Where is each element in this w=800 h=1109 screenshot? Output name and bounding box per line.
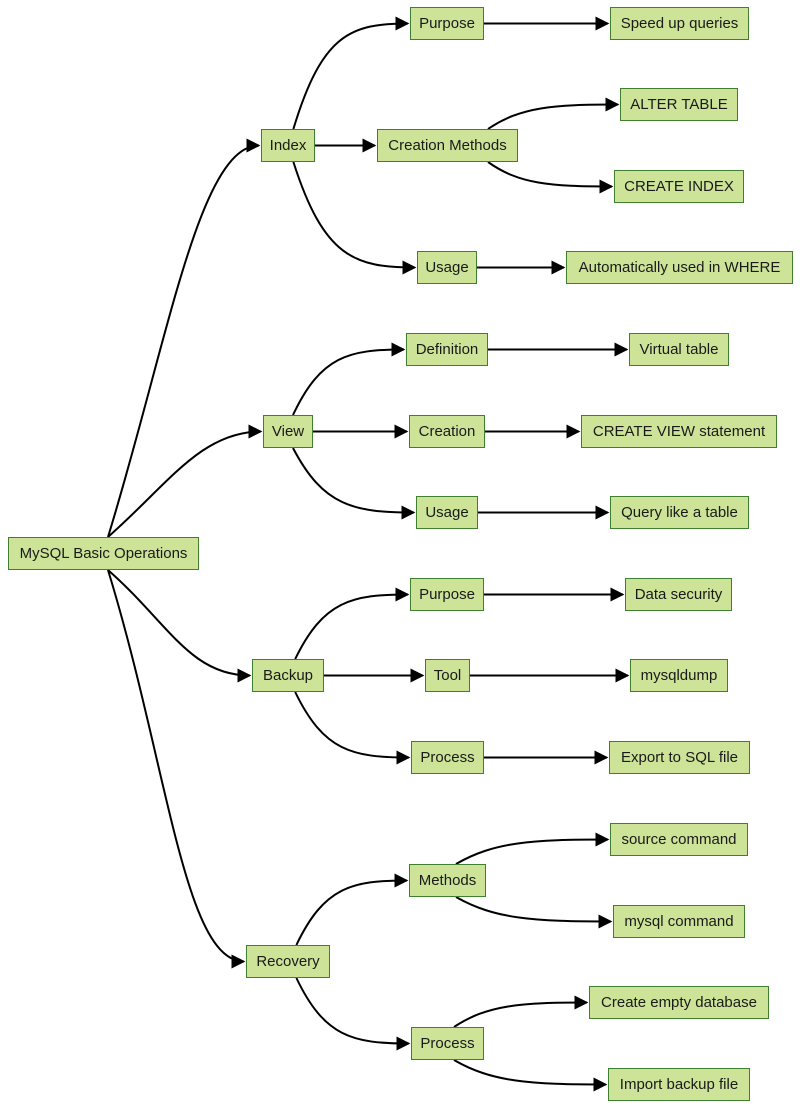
node-backup-tool-leaf: mysqldump [630,659,728,692]
edge-root-to-view [107,424,263,538]
edge-recovery-to-recovery_process [295,977,411,1051]
node-recovery-process-import: Import backup file [608,1068,750,1101]
edge-index-to-index_usage [292,161,417,275]
node-recovery-process-create: Create empty database [589,986,769,1019]
node-backup-process-leaf: Export to SQL file [609,741,750,774]
node-view-creation-leaf: CREATE VIEW statement [581,415,777,448]
edge-index_creation-to-index_creation_alter [487,97,620,130]
node-index-purpose: Purpose [410,7,484,40]
node-recovery-methods-source: source command [610,823,748,856]
edge-recovery_methods-to-recovery_methods_mysql [455,896,613,929]
node-backup-tool: Tool [425,659,470,692]
diagram-canvas: MySQL Basic Operations Index Purpose Spe… [0,0,800,1109]
node-view-creation: Creation [409,415,485,448]
edge-index-to-index_purpose [292,16,410,130]
node-backup-process: Process [411,741,484,774]
node-view-usage-leaf: Query like a table [610,496,749,529]
node-backup-purpose: Purpose [410,578,484,611]
edge-view-to-view_usage [292,447,416,520]
node-view-usage: Usage [416,496,478,529]
node-recovery-process: Process [411,1027,484,1060]
edge-view-to-view_definition [292,342,406,416]
node-backup-purpose-leaf: Data security [625,578,732,611]
edge-root-to-recovery [107,569,246,969]
node-index-usage-leaf: Automatically used in WHERE [566,251,793,284]
node-index-creation-alter: ALTER TABLE [620,88,738,121]
edge-backup-to-backup_process [294,691,411,765]
node-view-definition-leaf: Virtual table [629,333,729,366]
edge-root-to-index [107,138,261,538]
node-view-definition: Definition [406,333,488,366]
node-root: MySQL Basic Operations [8,537,199,570]
node-index-usage: Usage [417,251,477,284]
node-index-creation: Creation Methods [377,129,518,162]
edge-recovery_process-to-recovery_process_import [453,1059,608,1092]
node-recovery-methods: Methods [409,864,486,897]
node-index-creation-create: CREATE INDEX [614,170,744,203]
node-index: Index [261,129,315,162]
node-recovery-methods-mysql: mysql command [613,905,745,938]
edge-recovery-to-recovery_methods [295,873,409,946]
node-backup: Backup [252,659,324,692]
edge-index_creation-to-index_creation_create [487,161,614,194]
node-index-purpose-leaf: Speed up queries [610,7,749,40]
edge-recovery_process-to-recovery_process_create [453,995,589,1028]
edge-recovery_methods-to-recovery_methods_source [455,832,610,865]
edge-root-to-backup [107,569,252,683]
node-recovery: Recovery [246,945,330,978]
node-view: View [263,415,313,448]
edge-backup-to-backup_purpose [294,587,410,660]
